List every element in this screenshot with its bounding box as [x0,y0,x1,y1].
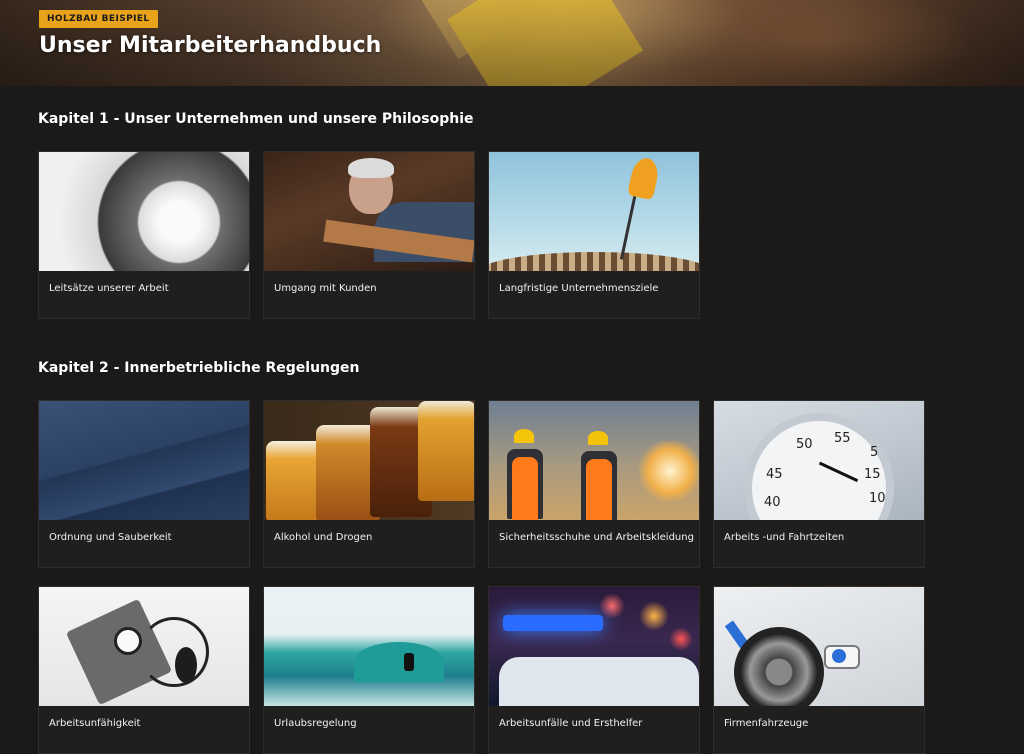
card-arbeitsunfaelle[interactable]: Arbeitsunfälle und Ersthelfer [488,586,700,754]
craftsman-image [264,152,474,271]
section-title-kapitel-2: Kapitel 2 - Innerbetriebliche Regelungen [38,360,360,376]
card-label: Umgang mit Kunden [274,283,377,294]
beer-glasses-image [264,401,474,520]
card-umgang-mit-kunden[interactable]: Umgang mit Kunden [263,151,475,319]
card-label: Leitsätze unserer Arbeit [49,283,169,294]
card-label: Ordnung und Sauberkeit [49,532,172,543]
blood-pressure-image [39,587,249,706]
blue-paper-image [39,401,249,520]
card-firmenfahrzeuge[interactable]: Firmenfahrzeuge [713,586,925,754]
card-label: Sicherheitsschuhe und Arbeitskleidung [499,532,694,543]
card-leitsaetze[interactable]: Leitsätze unserer Arbeit [38,151,250,319]
ev-charging-image [714,587,924,706]
card-alkohol-drogen[interactable]: Alkohol und Drogen [263,400,475,568]
safety-workers-image [489,401,699,520]
page-title: Unser Mitarbeiterhandbuch [39,33,382,58]
card-label: Urlaubsregelung [274,718,357,729]
spiral-staircase-image [39,152,249,271]
section-title-kapitel-1: Kapitel 1 - Unser Unternehmen und unsere… [38,111,474,127]
card-sicherheitsschuhe[interactable]: Sicherheitsschuhe und Arbeitskleidung [488,400,700,568]
surfer-wave-image [264,587,474,706]
card-ordnung-sauberkeit[interactable]: Ordnung und Sauberkeit [38,400,250,568]
card-urlaubsregelung[interactable]: Urlaubsregelung [263,586,475,754]
hero-ruler-image [446,0,644,86]
stopwatch-image: 50 55 5 45 15 40 10 [714,401,924,520]
card-label: Arbeits -und Fahrtzeiten [724,532,845,543]
police-lights-image [489,587,699,706]
card-arbeitsunfaehigkeit[interactable]: Arbeitsunfähigkeit [38,586,250,754]
card-label: Alkohol und Drogen [274,532,373,543]
dart-target-image [489,152,699,271]
hero-wood-shape [410,0,510,60]
card-label: Arbeitsunfälle und Ersthelfer [499,718,643,729]
card-unternehmensziele[interactable]: Langfristige Unternehmensziele [488,151,700,319]
card-arbeits-fahrtzeiten[interactable]: 50 55 5 45 15 40 10 Arbeits -und Fahrtze… [713,400,925,568]
card-label: Arbeitsunfähigkeit [49,718,141,729]
card-label: Langfristige Unternehmensziele [499,283,659,294]
card-label: Firmenfahrzeuge [724,718,809,729]
category-tag: HOLZBAU BEISPIEL [39,10,158,28]
